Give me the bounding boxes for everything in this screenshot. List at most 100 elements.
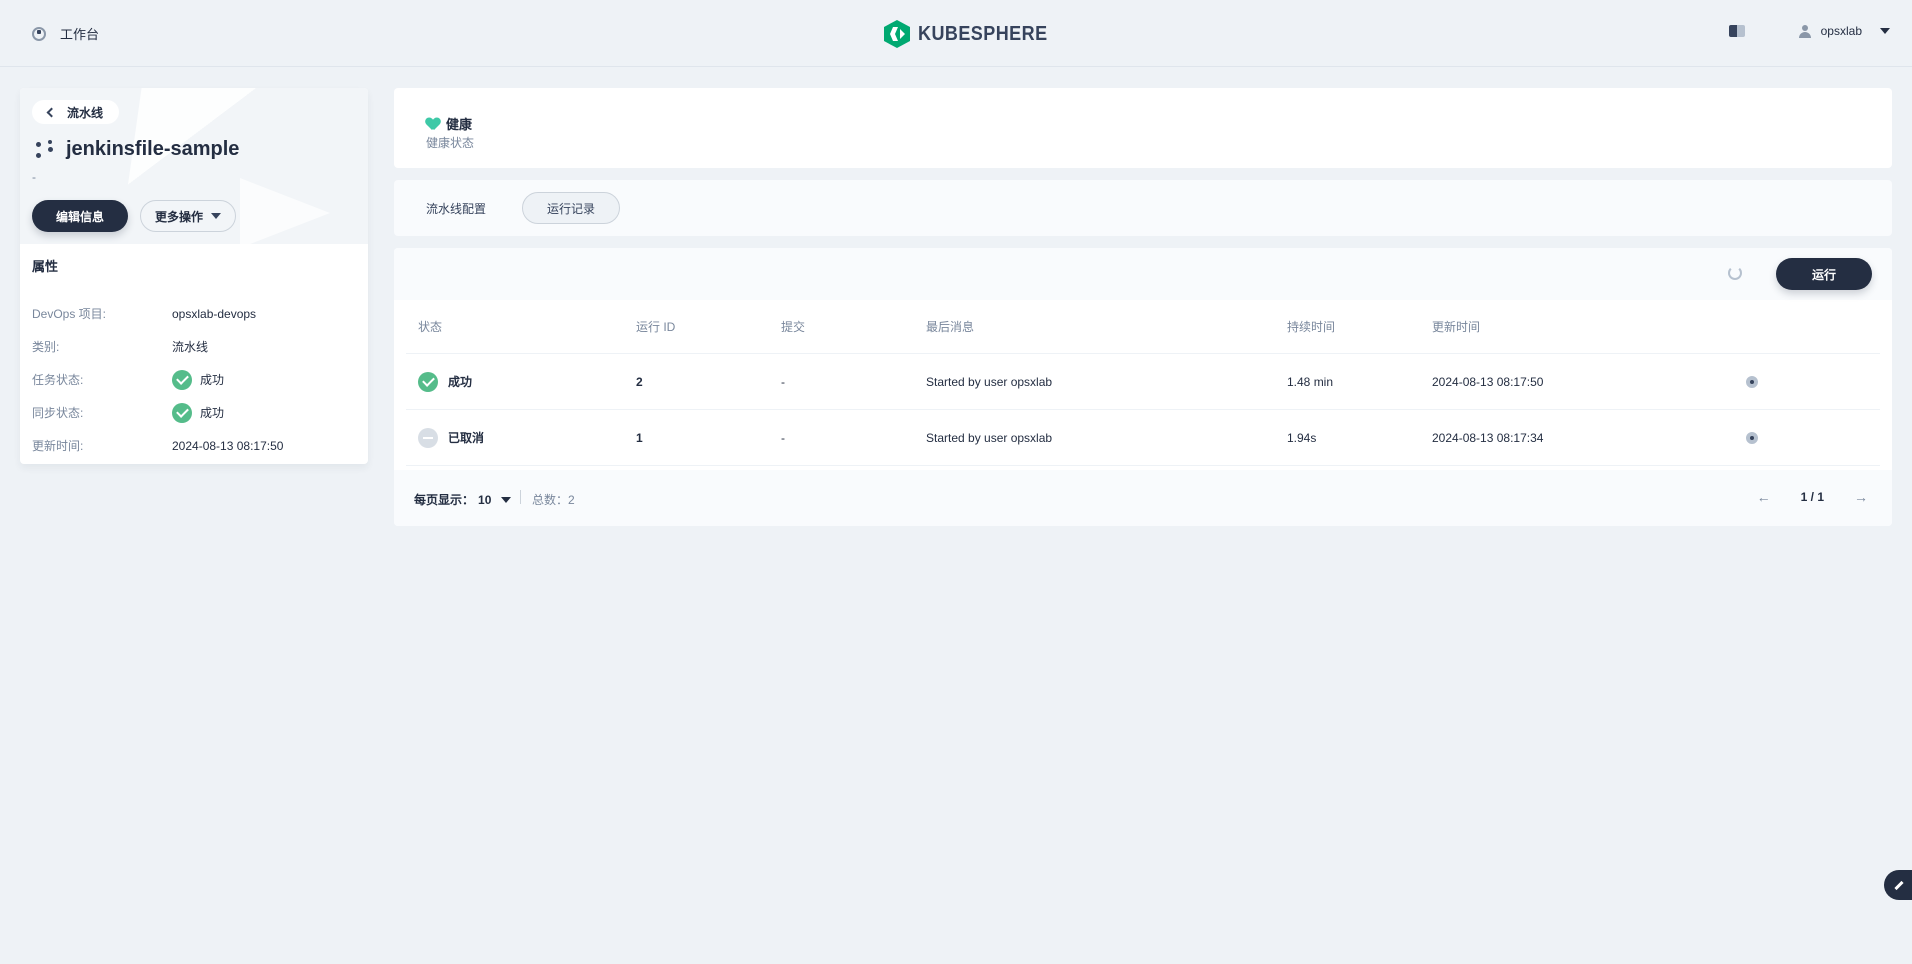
- run-duration: 1.48 min: [1287, 374, 1334, 389]
- top-navigation: 工作台 KUBESPHERE opsxlab: [0, 0, 1912, 67]
- cancelled-icon: [418, 427, 438, 448]
- documentation-icon[interactable]: [1728, 25, 1745, 37]
- tabs-bar: 流水线配置 运行记录: [394, 180, 1892, 236]
- task-status-value: 成功: [172, 369, 225, 390]
- run-updated: 2024-08-13 08:17:34: [1432, 430, 1544, 445]
- attribute-row: 同步状态: 成功: [32, 396, 356, 429]
- kubesphere-logo[interactable]: KUBESPHERE: [884, 20, 1062, 48]
- user-menu[interactable]: opsxlab: [1798, 24, 1890, 38]
- attributes-section: 属性 DevOps 项目: opsxlab-devops 类别: 流水线 任务状…: [20, 244, 368, 464]
- attribute-row: 任务状态: 成功: [32, 363, 356, 396]
- column-header-last-message[interactable]: 最后消息: [926, 300, 974, 353]
- table-row[interactable]: 已取消 1 - Started by user opsxlab 1.94s 20…: [406, 410, 1880, 466]
- success-check-icon: [172, 402, 192, 423]
- column-header-duration[interactable]: 持续时间: [1287, 300, 1335, 353]
- attribute-value: opsxlab-devops: [172, 306, 257, 321]
- health-status-text: 健康: [446, 117, 473, 132]
- chevron-left-icon: [46, 107, 57, 117]
- chevron-down-icon: [1880, 28, 1890, 34]
- attribute-row: DevOps 项目: opsxlab-devops: [32, 297, 356, 330]
- divider: [520, 490, 521, 504]
- run-id-link[interactable]: 2: [636, 354, 643, 409]
- more-actions-icon[interactable]: [1746, 431, 1758, 444]
- column-header-updated[interactable]: 更新时间: [1432, 300, 1480, 353]
- attribute-key: 更新时间:: [32, 439, 84, 453]
- pipeline-description: -: [32, 170, 36, 184]
- attribute-value: 流水线: [172, 340, 209, 354]
- attribute-row: 更新时间: 2024-08-13 08:17:50: [32, 429, 356, 462]
- run-button[interactable]: 运行: [1776, 258, 1872, 290]
- attribute-key: 类别:: [32, 340, 60, 354]
- pipeline-detail-card: 流水线 jenkinsfile-sample - 编辑信息 更多操作 属性 De…: [20, 88, 368, 464]
- total-count: 总数：2: [532, 493, 575, 507]
- column-header-status[interactable]: 状态: [418, 300, 442, 353]
- column-header-run-id[interactable]: 运行 ID: [636, 300, 675, 353]
- column-header-commit[interactable]: 提交: [781, 300, 805, 353]
- run-status-text: 已取消: [448, 431, 485, 445]
- run-status-text: 成功: [448, 375, 473, 389]
- per-page-select[interactable]: 每页显示： 10: [414, 491, 512, 508]
- row-action[interactable]: [1746, 410, 1758, 465]
- per-page-label: 每页显示：: [414, 493, 475, 507]
- attribute-key: 同步状态:: [32, 406, 84, 420]
- success-check-icon: [418, 371, 438, 392]
- chevron-down-icon: [211, 213, 221, 219]
- table-row[interactable]: 成功 2 - Started by user opsxlab 1.48 min …: [406, 354, 1880, 410]
- user-icon: [1798, 24, 1811, 38]
- workbench-icon: [32, 26, 46, 41]
- run-status: 已取消: [418, 410, 484, 465]
- attribute-key: DevOps 项目:: [32, 307, 107, 321]
- username: opsxlab: [1820, 24, 1862, 38]
- health-status-label: 健康状态: [426, 136, 475, 150]
- back-to-pipelines-button[interactable]: 流水线: [32, 100, 120, 124]
- top-right-actions: opsxlab: [1728, 24, 1890, 38]
- success-check-icon: [172, 369, 192, 390]
- run-commit: -: [781, 374, 785, 389]
- logo-text: KUBESPHERE: [918, 22, 1048, 45]
- run-message: Started by user opsxlab: [926, 374, 1053, 389]
- sync-status-value: 成功: [172, 402, 225, 423]
- attribute-key: 任务状态:: [32, 373, 84, 387]
- workbench-link[interactable]: 工作台: [32, 24, 99, 43]
- back-label: 流水线: [67, 105, 104, 120]
- tab-run-records[interactable]: 运行记录: [522, 192, 621, 224]
- refresh-icon[interactable]: [1728, 266, 1742, 280]
- attribute-row: 类别: 流水线: [32, 330, 356, 363]
- pipeline-title: jenkinsfile-sample: [66, 138, 240, 160]
- per-page-value: 10: [478, 492, 492, 507]
- attribute-value: 成功: [200, 373, 225, 387]
- kubesphere-logo-icon: [884, 20, 910, 48]
- health-card: 健康 健康状态: [394, 88, 1892, 168]
- workbench-label: 工作台: [60, 27, 100, 42]
- edit-info-button[interactable]: 编辑信息: [32, 200, 128, 232]
- health-status: 健康: [426, 114, 472, 133]
- more-actions-button[interactable]: 更多操作: [140, 200, 236, 232]
- attribute-value: 成功: [200, 406, 225, 420]
- floating-toolbox-button[interactable]: [1884, 870, 1912, 900]
- run-message: Started by user opsxlab: [926, 430, 1053, 445]
- page-indicator: 1 / 1: [1800, 490, 1824, 504]
- hammer-icon: [1894, 880, 1904, 890]
- pipeline-header: 流水线 jenkinsfile-sample - 编辑信息 更多操作: [20, 88, 368, 244]
- more-actions-icon[interactable]: [1746, 375, 1758, 388]
- pipeline-title-row: jenkinsfile-sample: [34, 138, 239, 161]
- attribute-value: 2024-08-13 08:17:50: [172, 438, 284, 453]
- tab-pipeline-config[interactable]: 流水线配置: [402, 192, 510, 224]
- pipeline-icon: [34, 139, 56, 161]
- run-id-link[interactable]: 1: [636, 410, 643, 465]
- decorative-shape: [240, 178, 330, 244]
- run-commit: -: [781, 430, 785, 445]
- arrow-left-icon[interactable]: ←: [1757, 489, 1771, 505]
- table-toolbar: 运行: [394, 248, 1892, 300]
- row-action[interactable]: [1746, 354, 1758, 409]
- more-actions-label: 更多操作: [154, 209, 203, 224]
- heart-icon: [426, 118, 440, 130]
- table-footer: 每页显示： 10 总数：2 ← 1 / 1 →: [394, 470, 1892, 526]
- run-updated: 2024-08-13 08:17:50: [1432, 374, 1544, 389]
- attributes-title: 属性: [32, 259, 59, 274]
- table-header: 状态 运行 ID 提交 最后消息 持续时间 更新时间: [406, 300, 1880, 354]
- pagination: ← 1 / 1 →: [1757, 489, 1868, 505]
- run-records-card: 运行 状态 运行 ID 提交 最后消息 持续时间 更新时间 成功 2 - Sta…: [394, 248, 1892, 526]
- run-duration: 1.94s: [1287, 430, 1317, 445]
- arrow-right-icon[interactable]: →: [1854, 489, 1868, 505]
